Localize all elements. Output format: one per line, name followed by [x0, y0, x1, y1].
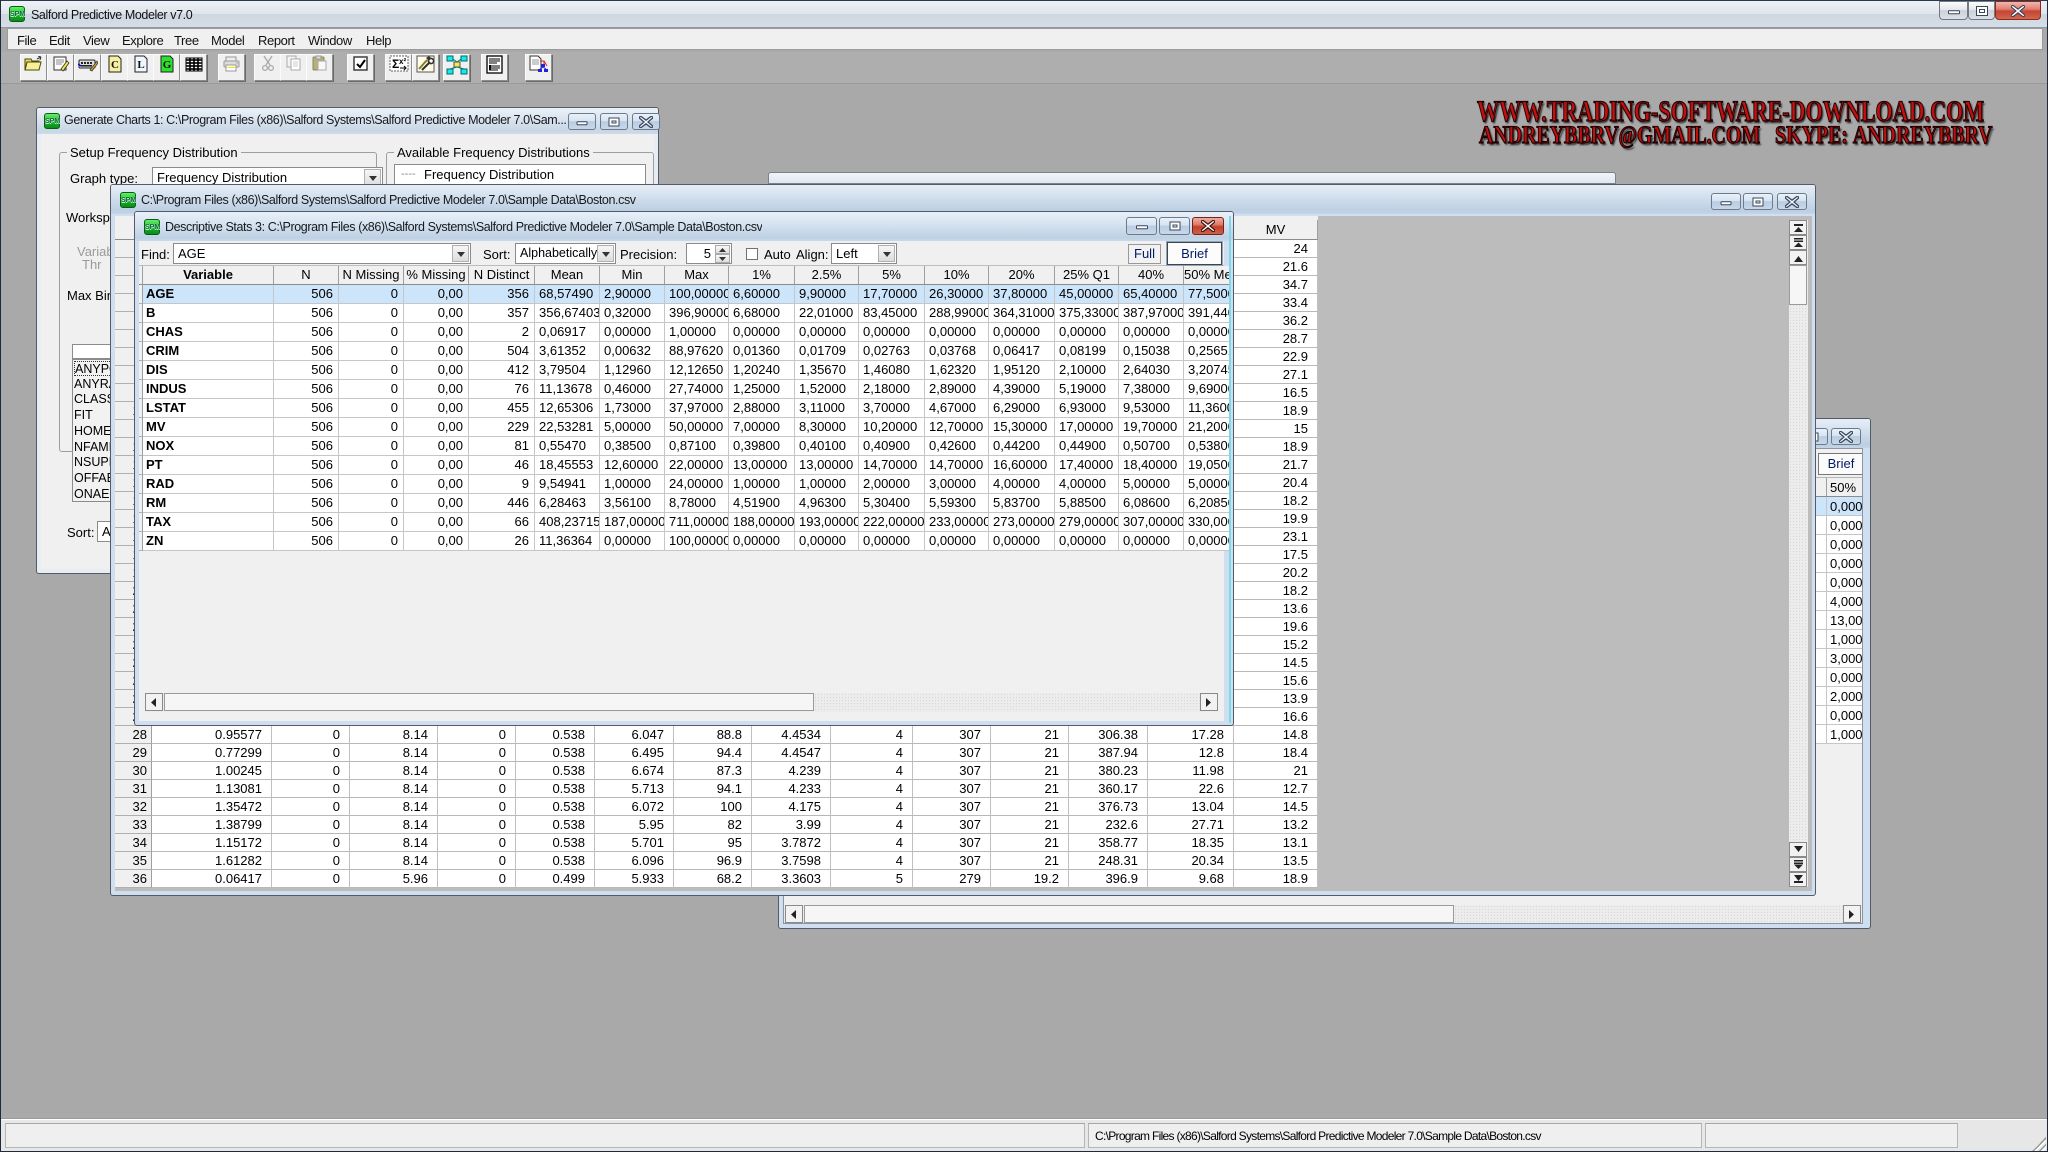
svg-text:x²: x² — [399, 57, 406, 66]
svg-text:G: G — [162, 59, 171, 71]
svg-text:L: L — [137, 59, 144, 71]
svg-text:C: C — [111, 59, 119, 71]
